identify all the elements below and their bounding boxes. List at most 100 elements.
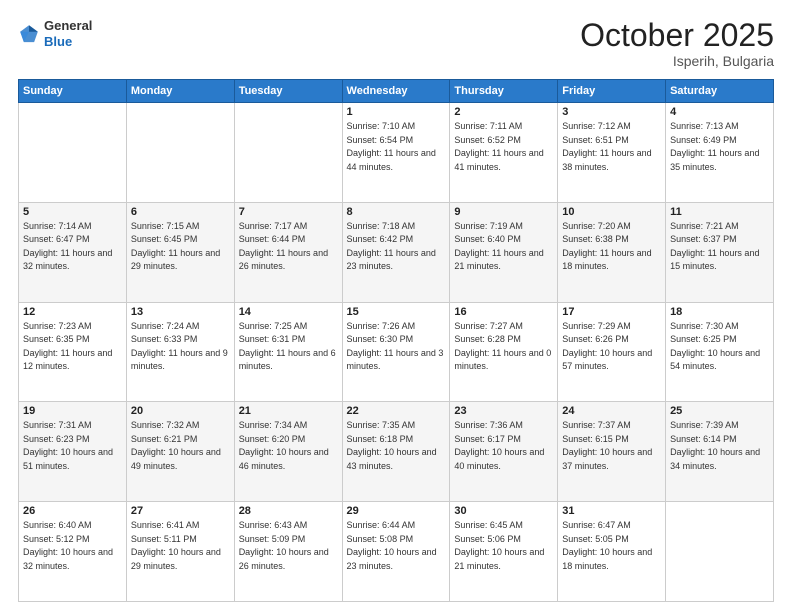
day-info: Sunrise: 7:34 AM Sunset: 6:20 PM Dayligh… (239, 419, 338, 473)
table-row: 18 Sunrise: 7:30 AM Sunset: 6:25 PM Dayli… (666, 302, 774, 402)
day-number: 3 (562, 106, 661, 118)
table-row: 15 Sunrise: 7:26 AM Sunset: 6:30 PM Dayli… (342, 302, 450, 402)
header: General Blue October 2025 Isperih, Bulga… (18, 18, 774, 69)
day-info: Sunrise: 7:13 AM Sunset: 6:49 PM Dayligh… (670, 120, 769, 174)
table-row: 11 Sunrise: 7:21 AM Sunset: 6:37 PM Dayli… (666, 202, 774, 302)
table-row: 30 Sunrise: 6:45 AM Sunset: 5:06 PM Dayli… (450, 502, 558, 602)
calendar-table: Sunday Monday Tuesday Wednesday Thursday… (18, 79, 774, 602)
table-row: 26 Sunrise: 6:40 AM Sunset: 5:12 PM Dayli… (19, 502, 127, 602)
col-friday: Friday (558, 80, 666, 103)
day-number: 26 (23, 505, 122, 517)
table-row: 17Sunrise: 7:29 AM Sunset: 6:26 PM Dayli… (558, 302, 666, 402)
table-row: 12Sunrise: 7:23 AM Sunset: 6:35 PM Dayli… (19, 302, 127, 402)
day-info: Sunrise: 7:11 AM Sunset: 6:52 PM Dayligh… (454, 120, 553, 174)
table-row (666, 502, 774, 602)
calendar-week-row: 5 Sunrise: 7:14 AM Sunset: 6:47 PM Daylig… (19, 202, 774, 302)
day-info: Sunrise: 7:20 AM Sunset: 6:38 PM Dayligh… (562, 220, 661, 274)
col-sunday: Sunday (19, 80, 127, 103)
col-wednesday: Wednesday (342, 80, 450, 103)
day-number: 23 (454, 405, 553, 417)
day-number: 19 (23, 405, 122, 417)
day-number: 7 (239, 206, 338, 218)
day-info: Sunrise: 7:21 AM Sunset: 6:37 PM Dayligh… (670, 220, 769, 274)
table-row: 9Sunrise: 7:19 AM Sunset: 6:40 PM Daylig… (450, 202, 558, 302)
day-info: Sunrise: 7:19 AM Sunset: 6:40 PM Dayligh… (454, 220, 553, 274)
day-number: 15 (347, 306, 446, 318)
table-row: 27Sunrise: 6:41 AM Sunset: 5:11 PM Dayli… (126, 502, 234, 602)
table-row: 31 Sunrise: 6:47 AM Sunset: 5:05 PM Dayli… (558, 502, 666, 602)
day-info: Sunrise: 7:27 AM Sunset: 6:28 PM Dayligh… (454, 320, 553, 374)
day-info: Sunrise: 6:40 AM Sunset: 5:12 PM Dayligh… (23, 519, 122, 573)
table-row (126, 103, 234, 203)
table-row: 24 Sunrise: 7:37 AM Sunset: 6:15 PM Dayli… (558, 402, 666, 502)
col-monday: Monday (126, 80, 234, 103)
table-row: 16Sunrise: 7:27 AM Sunset: 6:28 PM Dayli… (450, 302, 558, 402)
calendar-week-row: 26 Sunrise: 6:40 AM Sunset: 5:12 PM Dayli… (19, 502, 774, 602)
day-number: 13 (131, 306, 230, 318)
day-number: 20 (131, 405, 230, 417)
day-info: Sunrise: 7:25 AM Sunset: 6:31 PM Dayligh… (239, 320, 338, 374)
day-info: Sunrise: 7:36 AM Sunset: 6:17 PM Dayligh… (454, 419, 553, 473)
table-row: 23 Sunrise: 7:36 AM Sunset: 6:17 PM Dayli… (450, 402, 558, 502)
calendar-week-row: 12Sunrise: 7:23 AM Sunset: 6:35 PM Dayli… (19, 302, 774, 402)
day-number: 17 (562, 306, 661, 318)
page: General Blue October 2025 Isperih, Bulga… (0, 0, 792, 612)
table-row: 6 Sunrise: 7:15 AM Sunset: 6:45 PM Daylig… (126, 202, 234, 302)
day-info: Sunrise: 7:32 AM Sunset: 6:21 PM Dayligh… (131, 419, 230, 473)
day-info: Sunrise: 6:47 AM Sunset: 5:05 PM Dayligh… (562, 519, 661, 573)
day-info: Sunrise: 7:23 AM Sunset: 6:35 PM Dayligh… (23, 320, 122, 374)
day-number: 28 (239, 505, 338, 517)
table-row: 5 Sunrise: 7:14 AM Sunset: 6:47 PM Daylig… (19, 202, 127, 302)
day-info: Sunrise: 7:12 AM Sunset: 6:51 PM Dayligh… (562, 120, 661, 174)
day-info: Sunrise: 7:39 AM Sunset: 6:14 PM Dayligh… (670, 419, 769, 473)
day-number: 5 (23, 206, 122, 218)
table-row (19, 103, 127, 203)
day-info: Sunrise: 6:43 AM Sunset: 5:09 PM Dayligh… (239, 519, 338, 573)
day-number: 8 (347, 206, 446, 218)
day-info: Sunrise: 7:24 AM Sunset: 6:33 PM Dayligh… (131, 320, 230, 374)
day-number: 31 (562, 505, 661, 517)
day-number: 18 (670, 306, 769, 318)
day-number: 1 (347, 106, 446, 118)
table-row: 21 Sunrise: 7:34 AM Sunset: 6:20 PM Dayli… (234, 402, 342, 502)
day-number: 6 (131, 206, 230, 218)
day-info: Sunrise: 6:41 AM Sunset: 5:11 PM Dayligh… (131, 519, 230, 573)
day-info: Sunrise: 6:45 AM Sunset: 5:06 PM Dayligh… (454, 519, 553, 573)
logo-blue: Blue (44, 34, 92, 50)
table-row: 8 Sunrise: 7:18 AM Sunset: 6:42 PM Daylig… (342, 202, 450, 302)
table-row: 22Sunrise: 7:35 AM Sunset: 6:18 PM Dayli… (342, 402, 450, 502)
col-saturday: Saturday (666, 80, 774, 103)
day-info: Sunrise: 7:18 AM Sunset: 6:42 PM Dayligh… (347, 220, 446, 274)
day-number: 10 (562, 206, 661, 218)
day-number: 30 (454, 505, 553, 517)
table-row: 19 Sunrise: 7:31 AM Sunset: 6:23 PM Dayli… (19, 402, 127, 502)
table-row (234, 103, 342, 203)
calendar-week-row: 19 Sunrise: 7:31 AM Sunset: 6:23 PM Dayli… (19, 402, 774, 502)
day-number: 21 (239, 405, 338, 417)
logo-icon (18, 23, 40, 45)
day-info: Sunrise: 7:37 AM Sunset: 6:15 PM Dayligh… (562, 419, 661, 473)
logo-general: General (44, 18, 92, 34)
day-info: Sunrise: 6:44 AM Sunset: 5:08 PM Dayligh… (347, 519, 446, 573)
day-info: Sunrise: 7:17 AM Sunset: 6:44 PM Dayligh… (239, 220, 338, 274)
day-number: 24 (562, 405, 661, 417)
day-info: Sunrise: 7:35 AM Sunset: 6:18 PM Dayligh… (347, 419, 446, 473)
title-block: October 2025 Isperih, Bulgaria (580, 18, 774, 69)
table-row: 13 Sunrise: 7:24 AM Sunset: 6:33 PM Dayli… (126, 302, 234, 402)
day-info: Sunrise: 7:30 AM Sunset: 6:25 PM Dayligh… (670, 320, 769, 374)
table-row: 1Sunrise: 7:10 AM Sunset: 6:54 PM Daylig… (342, 103, 450, 203)
day-info: Sunrise: 7:15 AM Sunset: 6:45 PM Dayligh… (131, 220, 230, 274)
day-info: Sunrise: 7:31 AM Sunset: 6:23 PM Dayligh… (23, 419, 122, 473)
col-thursday: Thursday (450, 80, 558, 103)
table-row: 3 Sunrise: 7:12 AM Sunset: 6:51 PM Daylig… (558, 103, 666, 203)
location: Isperih, Bulgaria (580, 53, 774, 69)
day-info: Sunrise: 7:26 AM Sunset: 6:30 PM Dayligh… (347, 320, 446, 374)
table-row: 7 Sunrise: 7:17 AM Sunset: 6:44 PM Daylig… (234, 202, 342, 302)
table-row: 20 Sunrise: 7:32 AM Sunset: 6:21 PM Dayli… (126, 402, 234, 502)
calendar-week-row: 1Sunrise: 7:10 AM Sunset: 6:54 PM Daylig… (19, 103, 774, 203)
table-row: 2Sunrise: 7:11 AM Sunset: 6:52 PM Daylig… (450, 103, 558, 203)
day-number: 11 (670, 206, 769, 218)
day-info: Sunrise: 7:14 AM Sunset: 6:47 PM Dayligh… (23, 220, 122, 274)
logo: General Blue (18, 18, 92, 49)
table-row: 4Sunrise: 7:13 AM Sunset: 6:49 PM Daylig… (666, 103, 774, 203)
